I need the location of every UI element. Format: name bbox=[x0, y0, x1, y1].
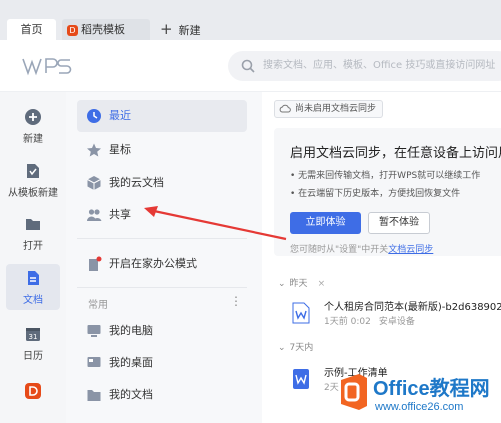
nav-my-docs-label: 我的文档 bbox=[109, 388, 153, 401]
nav-desktop[interactable]: 我的桌面 bbox=[77, 347, 247, 379]
plus-circle-icon bbox=[25, 109, 41, 125]
nav-wfh-label: 开启在家办公模式 bbox=[109, 257, 197, 270]
nav-my-pc-label: 我的电脑 bbox=[109, 324, 153, 337]
cube-icon bbox=[87, 176, 101, 190]
nav-cloud-docs-label: 我的云文档 bbox=[109, 176, 164, 189]
more-icon[interactable]: ⋮ bbox=[230, 294, 242, 308]
rail-from-template-label: 从模板新建 bbox=[8, 188, 58, 199]
tab-bar: 首页 D 稻壳模板 + 新建 bbox=[0, 0, 501, 40]
tab-new-label: 新建 bbox=[178, 24, 201, 37]
daoke-icon: D bbox=[67, 24, 78, 36]
not-now-button[interactable]: 暂不体验 bbox=[368, 212, 430, 234]
template-icon bbox=[27, 164, 39, 178]
desktop-icon bbox=[87, 357, 101, 367]
file-meta: 1天前 0:02 安卓设备 bbox=[324, 314, 415, 327]
nav-my-docs[interactable]: 我的文档 bbox=[77, 379, 247, 411]
computer-icon bbox=[87, 325, 101, 337]
cloud-sync-card: 启用文档云同步，在任意设备上访问用 • 无需来回传输文档，打开WPS就可以继续工… bbox=[274, 128, 501, 256]
nav-section-common: 常用 bbox=[88, 300, 108, 311]
office-logo-icon bbox=[341, 374, 367, 410]
nav-starred[interactable]: 星标 bbox=[77, 134, 247, 166]
file-time: 1天前 0:02 bbox=[324, 317, 371, 327]
hint-text: 您可随时从"设置"中开关 bbox=[290, 245, 389, 255]
nav-starred-label: 星标 bbox=[109, 143, 131, 156]
svg-text:31: 31 bbox=[29, 333, 38, 341]
people-icon bbox=[87, 209, 102, 221]
file-device: 安卓设备 bbox=[378, 317, 415, 327]
chevron-down-icon: ⌄ bbox=[278, 279, 286, 289]
nav-my-pc[interactable]: 我的电脑 bbox=[77, 315, 247, 347]
daoke-app-icon bbox=[25, 383, 41, 399]
nav-shared[interactable]: 共享 bbox=[77, 199, 247, 231]
file-name: 个人租房合同范本(最新版)-b2d6389022 bbox=[324, 302, 501, 313]
cloud-sync-bullet-1: • 无需来回传输文档，打开WPS就可以继续工作 bbox=[290, 171, 481, 181]
rail-documents-label: 文档 bbox=[23, 295, 43, 306]
nav-recent[interactable]: 最近 bbox=[77, 100, 247, 132]
file-row[interactable]: 个人租房合同范本(最新版)-b2d6389022 1天前 0:02 安卓设备 bbox=[292, 298, 501, 334]
rail-documents[interactable]: 文档 bbox=[6, 264, 60, 310]
rail-open[interactable]: 打开 bbox=[0, 215, 66, 252]
watermark-url: www.office26.com bbox=[375, 401, 464, 413]
nav-desktop-label: 我的桌面 bbox=[109, 356, 153, 369]
group-yesterday[interactable]: ⌄ 昨天 × bbox=[278, 276, 325, 289]
tab-daoke-templates[interactable]: D 稻壳模板 bbox=[62, 19, 150, 40]
nav-recent-label: 最近 bbox=[109, 109, 131, 122]
cloud-sync-bullet-2: • 在云端留下历史版本，方便找回恢复文件 bbox=[290, 189, 461, 199]
rail-daoke[interactable] bbox=[0, 382, 66, 404]
word-doc-icon bbox=[293, 369, 309, 389]
calendar-icon: 31 bbox=[26, 328, 40, 341]
rail-from-template[interactable]: 从模板新建 bbox=[0, 162, 66, 199]
clock-icon bbox=[87, 109, 101, 123]
rail-open-label: 打开 bbox=[23, 241, 43, 252]
nav-divider bbox=[77, 287, 247, 288]
cloud-sync-title: 启用文档云同步，在任意设备上访问用 bbox=[290, 146, 501, 161]
rail-new[interactable]: 新建 bbox=[0, 108, 66, 145]
try-now-button[interactable]: 立即体验 bbox=[290, 212, 361, 234]
sync-tag-label: 尚未启用文档云同步 bbox=[295, 104, 377, 114]
cloud-sync-icon bbox=[279, 104, 291, 113]
left-rail: 新建 从模板新建 打开 文档 31 日历 bbox=[0, 92, 66, 423]
rail-calendar[interactable]: 31 日历 bbox=[0, 325, 66, 362]
sync-status-tag[interactable]: 尚未启用文档云同步 bbox=[274, 100, 384, 118]
group-yesterday-label: 昨天 bbox=[289, 279, 308, 289]
nav-cloud-docs[interactable]: 我的云文档 bbox=[77, 167, 247, 199]
tab-daoke-label: 稻壳模板 bbox=[81, 23, 125, 36]
plus-icon: + bbox=[160, 20, 173, 38]
watermark-title: Office教程网 bbox=[373, 378, 490, 400]
nav-shared-label: 共享 bbox=[109, 208, 131, 221]
nav-divider bbox=[77, 238, 247, 239]
nav-wfh-mode[interactable]: 开启在家办公模式 bbox=[77, 248, 247, 280]
chevron-down-icon: ⌄ bbox=[278, 343, 286, 353]
docs-folder-icon bbox=[87, 390, 101, 401]
watermark: Office教程网 www.office26.com bbox=[335, 368, 501, 423]
folder-icon bbox=[26, 219, 40, 230]
settings-link[interactable]: 文档云同步 bbox=[388, 245, 433, 255]
home-office-icon bbox=[89, 256, 102, 271]
nav-panel: 最近 星标 我的云文档 共享 开启在家办公模式 常用 ⋮ 我的电脑 我的桌面 我… bbox=[66, 92, 262, 423]
tab-home[interactable]: 首页 bbox=[7, 19, 56, 40]
word-doc-icon bbox=[292, 302, 310, 324]
cloud-sync-hint: 您可随时从"设置"中开关文档云同步 bbox=[290, 242, 433, 255]
wps-logo bbox=[22, 58, 72, 76]
search-icon bbox=[241, 59, 255, 73]
close-icon[interactable]: × bbox=[318, 279, 326, 289]
rail-calendar-label: 日历 bbox=[23, 351, 43, 362]
group-week-label: 7天内 bbox=[289, 343, 314, 353]
rail-new-label: 新建 bbox=[23, 134, 43, 145]
group-week[interactable]: ⌄ 7天内 bbox=[278, 340, 313, 353]
star-icon bbox=[87, 143, 101, 157]
header: 搜索文档、应用、模板、Office 技巧或直接访问网址 bbox=[0, 40, 501, 92]
tab-new[interactable]: + 新建 bbox=[160, 19, 201, 40]
document-icon bbox=[28, 271, 39, 285]
search-bar[interactable]: 搜索文档、应用、模板、Office 技巧或直接访问网址 bbox=[228, 51, 501, 81]
search-placeholder: 搜索文档、应用、模板、Office 技巧或直接访问网址 bbox=[263, 60, 496, 71]
